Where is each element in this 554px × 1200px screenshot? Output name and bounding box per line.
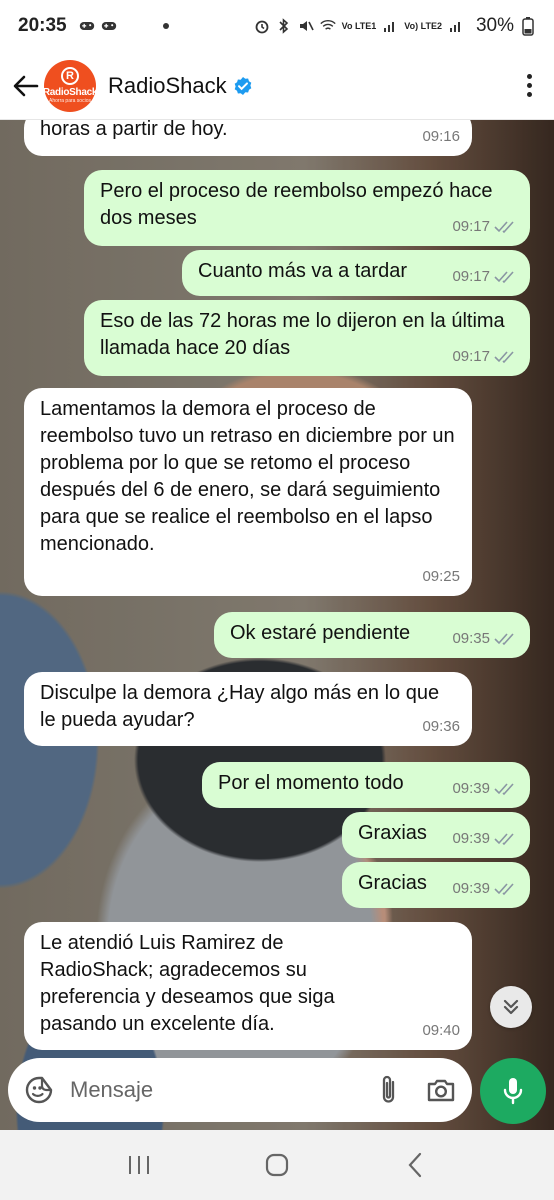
- bluetooth-icon: [276, 18, 292, 34]
- battery-icon: [520, 17, 536, 36]
- more-options-button[interactable]: [514, 66, 544, 106]
- message-bubble[interactable]: Pero el proceso de reembolso empezó hace…: [84, 170, 530, 246]
- sim1-network-label: Vo LTE1: [341, 20, 377, 31]
- double-check-icon: [494, 782, 514, 795]
- scroll-to-bottom-button[interactable]: [490, 986, 532, 1028]
- message-bubble[interactable]: Disculpe la demora ¿Hay algo más en lo q…: [24, 672, 472, 746]
- gamepad-icon: [101, 18, 117, 34]
- message-bubble[interactable]: Gracias 09:39: [342, 862, 530, 908]
- message-text: Eso de las 72 horas me lo dijeron en la …: [100, 310, 505, 359]
- message-time: 09:36: [422, 718, 460, 735]
- message-time: 09:17: [452, 268, 490, 285]
- message-bubble[interactable]: horas a partir de hoy. 09:16: [24, 120, 472, 156]
- status-bar: 20:35 Vo LTE1 Vo) LTE2 30%: [0, 0, 554, 52]
- message-time: 09:39: [452, 780, 490, 797]
- microphone-icon: [503, 1078, 523, 1105]
- attach-button[interactable]: [372, 1073, 406, 1107]
- sim2-network-label: Vo) LTE2: [404, 20, 442, 31]
- more-vert-icon: [526, 74, 532, 79]
- message-text: Le atendió Luis Ramirez de RadioShack; a…: [40, 932, 335, 1035]
- message-time: 09:17: [452, 348, 490, 365]
- notification-dot-icon: [162, 23, 169, 29]
- chat-messages-area[interactable]: horas a partir de hoy. 09:16 Pero el pro…: [0, 120, 554, 1130]
- double-check-icon: [494, 270, 514, 283]
- message-time: 09:40: [422, 1022, 460, 1039]
- message-bubble[interactable]: Lamentamos la demora el proceso de reemb…: [24, 388, 472, 596]
- avatar-brand: RadioShack: [42, 87, 98, 98]
- signal-icon: [448, 18, 464, 34]
- notification-icons: [79, 18, 169, 34]
- message-input[interactable]: [70, 1077, 330, 1103]
- sticker-icon: [25, 1076, 53, 1104]
- message-composer: [8, 1058, 472, 1122]
- signal-icon: [382, 18, 398, 34]
- double-check-icon: [494, 832, 514, 845]
- arrow-left-icon: [13, 75, 39, 96]
- voice-message-button[interactable]: [480, 1058, 546, 1124]
- message-bubble[interactable]: Eso de las 72 horas me lo dijeron en la …: [84, 300, 530, 376]
- battery-level: 30%: [475, 15, 514, 36]
- double-check-icon: [494, 882, 514, 895]
- recent-apps-icon: [129, 1156, 149, 1174]
- chevron-left-icon: [408, 1152, 422, 1178]
- double-check-icon: [494, 632, 514, 645]
- message-text: Pero el proceso de reembolso empezó hace…: [100, 180, 493, 229]
- avatar-tagline: Ahorra para socios: [49, 98, 91, 104]
- message-time: 09:17: [452, 218, 490, 235]
- double-check-icon: [494, 220, 514, 233]
- system-navigation-bar: [0, 1130, 554, 1200]
- status-time: 20:35: [18, 15, 67, 36]
- message-text: Disculpe la demora ¿Hay algo más en lo q…: [40, 682, 440, 731]
- message-bubble[interactable]: Cuanto más va a tardar 09:17: [182, 250, 530, 296]
- verified-badge-icon: [234, 76, 251, 95]
- message-time: 09:16: [422, 128, 460, 145]
- message-time: 09:35: [452, 630, 490, 647]
- double-check-icon: [494, 350, 514, 363]
- message-bubble[interactable]: Ok estaré pendiente 09:35: [214, 612, 530, 658]
- mute-icon: [298, 18, 314, 34]
- home-button[interactable]: [257, 1145, 297, 1185]
- message-text: horas a partir de hoy.: [40, 120, 228, 140]
- system-icons: Vo LTE1 Vo) LTE2 30%: [254, 15, 536, 37]
- avatar[interactable]: R RadioShack Ahorra para socios: [42, 59, 98, 112]
- contact-name[interactable]: RadioShack: [108, 73, 227, 99]
- home-icon: [265, 1153, 289, 1177]
- chat-header: R RadioShack Ahorra para socios RadioSha…: [0, 52, 554, 120]
- message-bubble[interactable]: Le atendió Luis Ramirez de RadioShack; a…: [24, 922, 472, 1050]
- recent-apps-button[interactable]: [119, 1145, 159, 1185]
- message-bubble[interactable]: Por el momento todo 09:39: [202, 762, 530, 808]
- message-time: 09:39: [452, 830, 490, 847]
- alarm-icon: [254, 18, 270, 34]
- double-chevron-down-icon: [503, 999, 519, 1015]
- gamepad-icon: [79, 18, 95, 34]
- message-text: Lamentamos la demora el proceso de reemb…: [40, 398, 455, 555]
- back-nav-button[interactable]: [395, 1145, 435, 1185]
- paperclip-icon: [382, 1075, 395, 1103]
- message-time: 09:39: [452, 880, 490, 897]
- wifi-icon: [319, 18, 336, 34]
- sticker-button[interactable]: [22, 1073, 56, 1107]
- camera-button[interactable]: [424, 1073, 458, 1107]
- message-bubble[interactable]: Graxias 09:39: [342, 812, 530, 858]
- back-button[interactable]: [10, 66, 42, 106]
- camera-icon: [427, 1079, 455, 1102]
- message-time: 09:25: [422, 568, 460, 585]
- radioshack-logo-icon: R: [61, 67, 79, 85]
